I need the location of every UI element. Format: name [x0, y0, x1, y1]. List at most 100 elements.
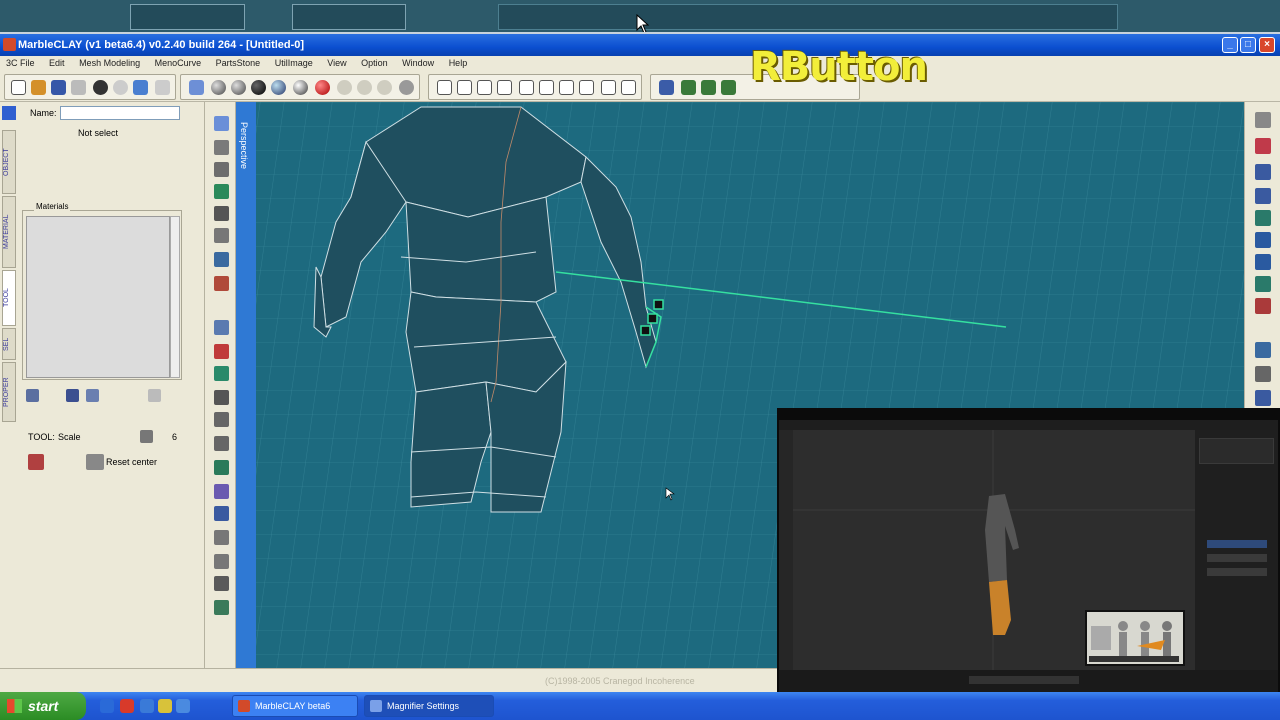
material-scrollbar[interactable]	[170, 216, 180, 378]
camera-icon[interactable]	[1255, 298, 1271, 314]
task-marbleclay[interactable]: MarbleCLAY beta6	[232, 695, 358, 717]
layout-three-icon[interactable]	[559, 80, 574, 95]
bevel-tool-icon[interactable]	[214, 390, 229, 405]
maximize-button[interactable]: □	[1240, 37, 1256, 53]
mirror-tool-icon[interactable]	[214, 484, 229, 499]
desktop-icon[interactable]	[176, 699, 190, 713]
view-tool-icon[interactable]	[214, 320, 229, 335]
title-bar[interactable]: MarbleCLAY (v1 beta6.4) v0.2.40 build 26…	[0, 34, 1280, 56]
knife-tool-icon[interactable]	[214, 206, 229, 221]
figure-icon[interactable]	[681, 80, 696, 95]
layout-grid-icon[interactable]	[579, 80, 594, 95]
minimize-button[interactable]: _	[1222, 37, 1238, 53]
add-material-icon[interactable]	[26, 389, 39, 402]
cut-tool-icon[interactable]	[214, 228, 229, 243]
flat-sphere-icon[interactable]	[231, 80, 246, 95]
top-view-icon[interactable]	[1255, 254, 1271, 270]
start-button[interactable]: start	[0, 692, 86, 720]
menu-item-utilimage[interactable]: UtilImage	[269, 56, 319, 70]
vertex-tool-icon[interactable]	[214, 140, 229, 155]
vertex-handle[interactable]	[640, 325, 651, 336]
pan-view-icon[interactable]	[1255, 164, 1271, 180]
menu-item-option[interactable]: Option	[355, 56, 394, 70]
new-file-icon[interactable]	[11, 80, 26, 95]
undo-icon[interactable]	[93, 80, 108, 95]
layout-split-icon[interactable]	[477, 80, 492, 95]
wire-sphere-icon[interactable]	[211, 80, 226, 95]
rotate-tool-icon[interactable]	[214, 530, 229, 545]
grid-toggle-icon[interactable]	[1255, 366, 1271, 382]
menu-item-menocurve[interactable]: MenoCurve	[149, 56, 208, 70]
gear-icon[interactable]	[399, 80, 414, 95]
edge-tool-icon[interactable]	[214, 162, 229, 177]
material-list[interactable]	[26, 216, 170, 378]
layout-column-icon[interactable]	[519, 80, 534, 95]
extrude-tool-icon[interactable]	[214, 366, 229, 381]
redo-icon[interactable]	[113, 80, 128, 95]
reset-center-icon[interactable]	[86, 454, 104, 470]
persp-view-icon[interactable]	[1255, 276, 1271, 292]
front-view-icon[interactable]	[1255, 210, 1271, 226]
smooth-tool-icon[interactable]	[214, 460, 229, 475]
menu-item-view[interactable]: View	[321, 56, 352, 70]
panel-arrow-icon[interactable]	[2, 106, 16, 120]
pen-icon[interactable]	[66, 389, 79, 402]
layout-split-h-icon[interactable]	[497, 80, 512, 95]
rotate-view-icon[interactable]	[1255, 138, 1271, 154]
delete-icon[interactable]	[148, 389, 161, 402]
scale-tool-icon[interactable]	[214, 554, 229, 569]
copy-material-icon[interactable]	[86, 389, 99, 402]
menu-item-mesh-modeling[interactable]: Mesh Modeling	[73, 56, 146, 70]
explorer-icon[interactable]	[140, 699, 154, 713]
view-icon[interactable]	[1255, 112, 1271, 128]
folder-icon[interactable]	[158, 699, 172, 713]
smooth-sphere-icon[interactable]	[271, 80, 286, 95]
magnet-tool-icon[interactable]	[214, 344, 229, 359]
figure-icon[interactable]	[721, 80, 736, 95]
face-tool-icon[interactable]	[214, 184, 229, 199]
figure-icon[interactable]	[701, 80, 716, 95]
select-tool-icon[interactable]	[214, 116, 229, 131]
layout-wide-icon[interactable]	[621, 80, 636, 95]
select-mode-icon[interactable]	[189, 80, 204, 95]
figure-tool-icon[interactable]	[214, 600, 229, 615]
axis-toggle-icon[interactable]	[1255, 390, 1271, 406]
open-file-icon[interactable]	[31, 80, 46, 95]
dark-sphere-icon[interactable]	[251, 80, 266, 95]
bridge-tool-icon[interactable]	[214, 412, 229, 427]
close-button[interactable]: ×	[1259, 37, 1275, 53]
layout-row-icon[interactable]	[539, 80, 554, 95]
save-icon[interactable]	[51, 80, 66, 95]
render-sphere-icon[interactable]	[293, 80, 308, 95]
ie-icon[interactable]	[100, 699, 114, 713]
measure-tool-icon[interactable]	[214, 576, 229, 591]
zoom-view-icon[interactable]	[1255, 188, 1271, 204]
reset-center-button[interactable]: Reset center	[106, 457, 157, 467]
scale-tool-icon[interactable]	[28, 454, 44, 470]
tool-settings-icon[interactable]	[140, 430, 153, 443]
layout-tile-icon[interactable]	[601, 80, 616, 95]
arrow-icon[interactable]	[133, 80, 148, 95]
move-tool-icon[interactable]	[214, 252, 229, 267]
tab-sel[interactable]: SEL	[2, 328, 16, 360]
split-tool-icon[interactable]	[214, 436, 229, 451]
record-icon[interactable]	[315, 80, 330, 95]
cut-icon[interactable]	[155, 80, 170, 95]
light-icon[interactable]	[1255, 342, 1271, 358]
tab-tool[interactable]: TOOL	[2, 270, 16, 326]
side-view-icon[interactable]	[1255, 232, 1271, 248]
menu-item-window[interactable]: Window	[396, 56, 440, 70]
tab-material[interactable]: MATERIAL	[2, 196, 16, 268]
view-cube-icon[interactable]	[659, 80, 674, 95]
menu-item-edit[interactable]: Edit	[43, 56, 71, 70]
print-icon[interactable]	[71, 80, 86, 95]
task-magnifier[interactable]: Magnifier Settings	[364, 695, 494, 717]
name-input[interactable]	[60, 106, 180, 120]
menu-item-file[interactable]: 3C File	[0, 56, 41, 70]
vertex-handle[interactable]	[647, 313, 658, 324]
menu-item-help[interactable]: Help	[443, 56, 474, 70]
tab-proper[interactable]: PROPER	[2, 362, 16, 422]
tab-object[interactable]: OBJECT	[2, 130, 16, 194]
layout-single-icon[interactable]	[437, 80, 452, 95]
layout-quad-icon[interactable]	[457, 80, 472, 95]
